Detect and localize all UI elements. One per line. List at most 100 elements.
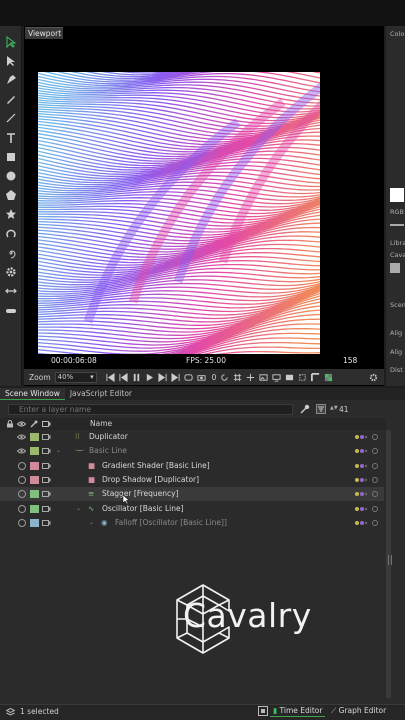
graph-editor-button[interactable]: ⟋ Graph Editor (328, 705, 389, 717)
viewport-tab[interactable]: Viewport (25, 27, 63, 39)
spiral-tool-icon[interactable] (3, 245, 19, 261)
render-icon[interactable] (42, 421, 51, 427)
time-editor-button[interactable]: ▮ Time Editor (270, 705, 326, 717)
refresh-icon[interactable] (219, 372, 230, 383)
solo-toggle[interactable] (372, 434, 378, 440)
ellipse-tool-icon[interactable] (3, 168, 19, 184)
filter-icon[interactable] (316, 404, 326, 414)
layer-color-swatch[interactable] (30, 433, 39, 441)
checkbox-icon[interactable] (18, 490, 26, 499)
attribute-dots-icon[interactable] (354, 520, 368, 526)
layer-color-swatch[interactable] (30, 518, 39, 527)
layer-color-swatch[interactable] (30, 447, 39, 456)
rulers-icon[interactable] (310, 372, 321, 383)
attribute-dots-icon[interactable] (354, 448, 368, 454)
layer-color-swatch[interactable] (30, 461, 39, 470)
attribute-dots-icon[interactable] (354, 434, 368, 440)
pill-tool-icon[interactable] (3, 303, 19, 319)
go-to-start-icon[interactable] (105, 372, 116, 383)
checkbox-icon[interactable] (18, 518, 26, 527)
step-back-icon[interactable] (118, 372, 129, 383)
image-icon[interactable] (258, 372, 269, 383)
arrows-tool-icon[interactable] (3, 283, 19, 299)
output-icon[interactable] (284, 372, 295, 383)
gear-tool-icon[interactable] (3, 264, 19, 280)
render-icon[interactable] (42, 491, 51, 498)
layer-color-swatch[interactable] (30, 504, 39, 513)
direct-select-tool-icon[interactable] (3, 53, 19, 69)
layer-color-swatch[interactable] (30, 475, 39, 484)
solo-toggle[interactable] (372, 519, 378, 526)
pen-tool-icon[interactable] (3, 72, 19, 88)
checkbox-icon[interactable] (18, 504, 26, 513)
attribute-dots-icon[interactable] (354, 506, 368, 512)
solo-toggle[interactable] (372, 505, 378, 512)
attribute-dots-icon[interactable] (354, 463, 368, 469)
render-icon[interactable] (42, 519, 51, 526)
play-icon[interactable] (144, 372, 155, 383)
chevron-down-icon[interactable]: ⌄ (89, 516, 94, 530)
crosshair-icon[interactable] (245, 372, 256, 383)
rectangle-tool-icon[interactable] (3, 149, 19, 165)
select-tool-icon[interactable] (3, 34, 19, 50)
current-frame[interactable]: 0 (212, 373, 217, 382)
go-to-end-icon[interactable] (170, 372, 181, 383)
checkbox-icon[interactable] (18, 461, 26, 470)
layer-row[interactable]: ⌄ ∿ Oscillator [Basic Line] (0, 502, 384, 516)
library-thumbnail[interactable] (390, 263, 400, 273)
color-swatch[interactable] (390, 188, 404, 202)
layer-color-swatch[interactable] (30, 490, 39, 499)
pause-icon[interactable] (131, 372, 142, 383)
tab-javascript-editor[interactable]: JavaScript Editor (65, 388, 137, 400)
star-tool-icon[interactable] (3, 206, 19, 222)
render-icon[interactable] (42, 476, 51, 483)
render-icon[interactable] (42, 448, 51, 455)
loop-icon[interactable] (183, 372, 194, 383)
solo-toggle[interactable] (372, 448, 378, 455)
eye-icon[interactable] (17, 434, 26, 440)
text-tool-icon[interactable] (3, 130, 19, 146)
solo-toggle[interactable] (372, 476, 378, 483)
gear-icon[interactable] (368, 372, 379, 383)
stop-icon[interactable] (258, 706, 268, 716)
camera-icon[interactable] (196, 372, 207, 383)
polygon-tool-icon[interactable] (3, 187, 19, 203)
bounding-icon[interactable] (297, 372, 308, 383)
layer-row[interactable]: ⌄ ◉ Falloff [Oscillator [Basic Line]] (0, 516, 384, 530)
step-forward-icon[interactable] (157, 372, 168, 383)
pencil-tool-icon[interactable] (3, 91, 19, 107)
attribute-dots-icon[interactable] (354, 477, 368, 483)
layer-row[interactable]: ⌄ ·─· Basic Line (0, 444, 384, 458)
resize-handle[interactable] (388, 555, 392, 565)
solo-toggle[interactable] (372, 491, 378, 498)
tab-scene-window[interactable]: Scene Window (0, 388, 65, 400)
layer-row[interactable]: ■ Gradient Shader [Basic Line] (0, 459, 384, 473)
monitor-icon[interactable] (271, 372, 282, 383)
eye-icon[interactable] (17, 421, 26, 427)
arc-tool-icon[interactable] (3, 226, 19, 242)
name-column-header[interactable]: Name (90, 419, 112, 428)
zoom-dropdown[interactable]: 40% ▾ (54, 371, 97, 383)
render-icon[interactable] (42, 434, 51, 440)
slider[interactable] (390, 224, 404, 226)
layer-row[interactable]: ≡ Stagger [Frequency] (0, 487, 384, 502)
eyedropper-icon[interactable] (300, 404, 310, 414)
layer-name: Drop Shadow [Duplicator] (102, 474, 200, 484)
checkbox-icon[interactable] (18, 475, 26, 484)
line-tool-icon[interactable] (3, 110, 19, 126)
layer-search-input[interactable] (8, 404, 293, 415)
chevron-down-icon[interactable]: ⌄ (56, 444, 61, 458)
lock-icon[interactable] (6, 420, 14, 428)
layer-row[interactable]: ■ Drop Shadow [Duplicator] (0, 473, 384, 487)
render-icon[interactable] (42, 462, 51, 469)
checker-icon[interactable] (323, 372, 334, 383)
grid-icon[interactable] (232, 372, 243, 383)
attribute-dots-icon[interactable] (354, 491, 368, 497)
render-icon[interactable] (42, 505, 51, 512)
chevron-down-icon[interactable]: ⌄ (76, 502, 81, 516)
layer-row[interactable]: ⁝⁝ Duplicator (0, 430, 384, 444)
eye-icon[interactable] (17, 448, 26, 454)
eyedropper-icon[interactable] (30, 420, 38, 428)
solo-toggle[interactable] (372, 462, 378, 469)
render-canvas[interactable] (38, 72, 320, 354)
